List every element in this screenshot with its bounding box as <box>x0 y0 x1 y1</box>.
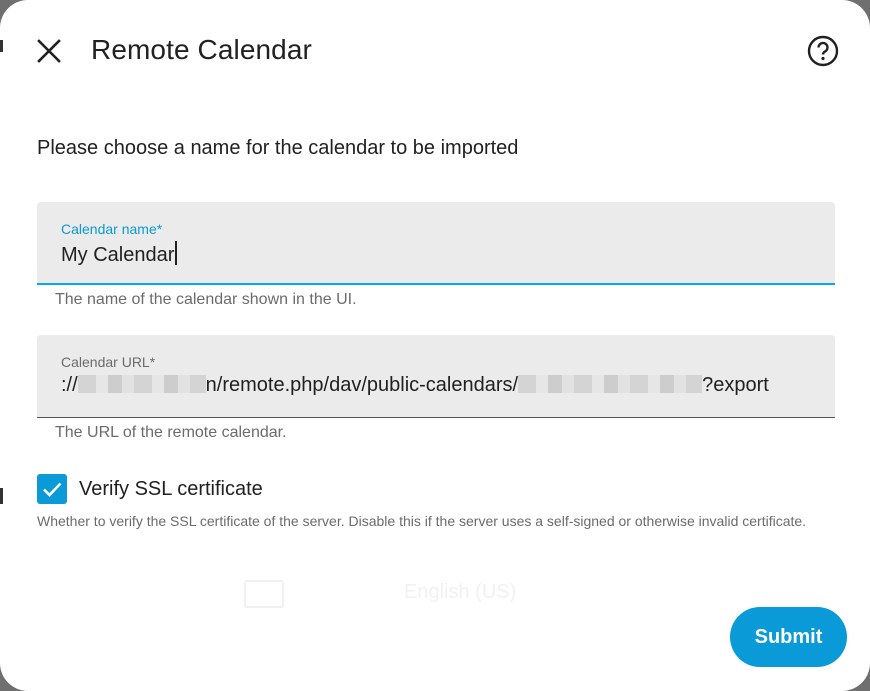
calendar-name-input[interactable]: My Calendar <box>61 241 178 267</box>
submit-button[interactable]: Submit <box>730 607 847 667</box>
check-icon <box>43 482 62 497</box>
calendar-name-field[interactable]: Calendar name* My Calendar <box>37 202 835 285</box>
background-language-label: English (US) <box>404 581 517 603</box>
dialog-description: Please choose a name for the calendar to… <box>37 137 519 159</box>
text-caret <box>175 241 178 265</box>
close-button[interactable] <box>29 31 69 71</box>
verify-ssl-label[interactable]: Verify SSL certificate <box>79 478 263 501</box>
calendar-name-label: Calendar name* <box>61 221 163 237</box>
redacted-host <box>77 375 206 393</box>
redacted-token <box>518 375 703 393</box>
url-path: /remote.php/dav/public-calendars/ <box>216 374 519 396</box>
verify-ssl-checkbox[interactable] <box>37 474 67 504</box>
dialog-header: Remote Calendar <box>0 0 870 100</box>
remote-calendar-dialog: Remote Calendar Please choose a name for… <box>0 0 870 691</box>
close-icon <box>37 39 61 63</box>
backdrop-edge <box>0 488 3 504</box>
calendar-url-helper: The URL of the remote calendar. <box>55 424 287 441</box>
calendar-url-input[interactable]: :// n/remote.php/dav/public-calendars/ ?ex… <box>61 374 769 397</box>
dialog-title: Remote Calendar <box>91 34 312 65</box>
calendar-name-helper: The name of the calendar shown in the UI… <box>55 291 357 308</box>
url-host-tail: n <box>205 374 217 396</box>
help-icon <box>807 35 839 67</box>
url-suffix: ?export <box>702 374 769 396</box>
calendar-name-value: My Calendar <box>61 244 175 266</box>
backdrop-edge <box>0 40 3 52</box>
calendar-url-field[interactable]: Calendar URL* :// n/remote.php/dav/public… <box>37 335 835 418</box>
calendar-url-label: Calendar URL* <box>61 354 156 370</box>
keyboard-icon <box>244 580 284 608</box>
url-prefix: :// <box>61 374 78 396</box>
verify-ssl-helper: Whether to verify the SSL certificate of… <box>37 513 807 529</box>
help-button[interactable] <box>803 31 843 71</box>
